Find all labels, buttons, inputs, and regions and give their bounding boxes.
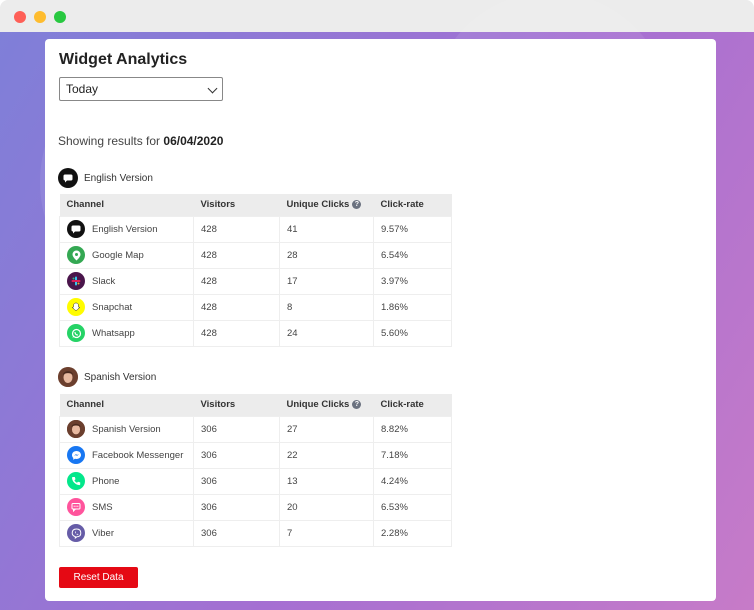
- table-row: Whatsapp 428 24 5.60%: [59, 319, 452, 347]
- chat-icon: [67, 220, 85, 238]
- showing-date: 06/04/2020: [163, 134, 224, 148]
- click-rate-cell: 1.86%: [373, 293, 452, 321]
- results-date-text: Showing results for 06/04/2020: [58, 134, 223, 148]
- help-icon[interactable]: ?: [352, 200, 362, 210]
- column-header-visitors: Visitors: [193, 394, 280, 416]
- unique-clicks-label: Unique Clicks: [286, 199, 350, 211]
- unique-clicks-cell: 27: [279, 415, 374, 443]
- whatsapp-icon: [67, 324, 85, 342]
- section-header-english: English Version: [58, 168, 153, 188]
- date-range-value: Today: [66, 82, 99, 96]
- english-analytics-table: Channel Visitors Unique Clicks? Click-ra…: [59, 194, 452, 347]
- visitors-cell: 306: [193, 441, 280, 469]
- reset-data-button[interactable]: Reset Data: [59, 567, 138, 588]
- date-range-select[interactable]: Today: [59, 77, 223, 101]
- table-row: English Version 428 41 9.57%: [59, 215, 452, 243]
- table-header-row: Channel Visitors Unique Clicks? Click-ra…: [59, 194, 452, 216]
- click-rate-cell: 6.53%: [373, 493, 452, 521]
- sms-icon: [67, 498, 85, 516]
- help-icon[interactable]: ?: [352, 400, 362, 410]
- click-rate-cell: 2.28%: [373, 519, 452, 547]
- avatar-icon: [67, 420, 85, 438]
- unique-clicks-cell: 17: [279, 267, 374, 295]
- chat-icon: [58, 168, 78, 188]
- click-rate-cell: 4.24%: [373, 467, 452, 495]
- click-rate-cell: 3.97%: [373, 267, 452, 295]
- unique-clicks-cell: 22: [279, 441, 374, 469]
- unique-clicks-label: Unique Clicks: [286, 399, 350, 411]
- visitors-cell: 306: [193, 519, 280, 547]
- phone-icon: [67, 472, 85, 490]
- unique-clicks-cell: 8: [279, 293, 374, 321]
- table-row: Spanish Version 306 27 8.82%: [59, 415, 452, 443]
- table-row: Phone 306 13 4.24%: [59, 467, 452, 495]
- channel-name: Facebook Messenger: [92, 449, 184, 461]
- close-window-button[interactable]: [14, 11, 26, 23]
- channel-name: Spanish Version: [92, 423, 161, 435]
- visitors-cell: 428: [193, 241, 280, 269]
- spanish-analytics-table: Channel Visitors Unique Clicks? Click-ra…: [59, 394, 452, 547]
- table-header-row: Channel Visitors Unique Clicks? Click-ra…: [59, 394, 452, 416]
- slack-icon: [67, 272, 85, 290]
- minimize-window-button[interactable]: [34, 11, 46, 23]
- column-header-unique-clicks: Unique Clicks?: [279, 394, 374, 416]
- analytics-card: Widget Analytics Today Showing results f…: [45, 39, 716, 601]
- channel-name: Phone: [92, 475, 120, 487]
- unique-clicks-cell: 28: [279, 241, 374, 269]
- map-pin-icon: [67, 246, 85, 264]
- section-title: Spanish Version: [84, 371, 157, 383]
- column-header-click-rate: Click-rate: [373, 194, 452, 216]
- click-rate-cell: 8.82%: [373, 415, 452, 443]
- chevron-down-icon: [207, 83, 218, 94]
- visitors-cell: 306: [193, 415, 280, 443]
- avatar-icon: [58, 367, 78, 387]
- channel-name: Google Map: [92, 249, 144, 261]
- click-rate-cell: 7.18%: [373, 441, 452, 469]
- table-row: SMS 306 20 6.53%: [59, 493, 452, 521]
- channel-name: Viber: [92, 527, 115, 539]
- table-row: Facebook Messenger 306 22 7.18%: [59, 441, 452, 469]
- unique-clicks-cell: 24: [279, 319, 374, 347]
- messenger-icon: [67, 446, 85, 464]
- visitors-cell: 428: [193, 319, 280, 347]
- section-header-spanish: Spanish Version: [58, 367, 156, 387]
- click-rate-cell: 6.54%: [373, 241, 452, 269]
- channel-name: Snapchat: [92, 301, 133, 313]
- page-title: Widget Analytics: [59, 51, 188, 68]
- visitors-cell: 428: [193, 267, 280, 295]
- channel-name: Slack: [92, 275, 116, 287]
- window-titlebar: [0, 0, 754, 32]
- table-row: Google Map 428 28 6.54%: [59, 241, 452, 269]
- viber-icon: [67, 524, 85, 542]
- unique-clicks-cell: 20: [279, 493, 374, 521]
- click-rate-cell: 9.57%: [373, 215, 452, 243]
- table-row: Viber 306 7 2.28%: [59, 519, 452, 547]
- snapchat-icon: [67, 298, 85, 316]
- section-title: English Version: [84, 172, 153, 184]
- unique-clicks-cell: 7: [279, 519, 374, 547]
- visitors-cell: 428: [193, 293, 280, 321]
- channel-name: SMS: [92, 501, 113, 513]
- visitors-cell: 428: [193, 215, 280, 243]
- table-row: Slack 428 17 3.97%: [59, 267, 452, 295]
- click-rate-cell: 5.60%: [373, 319, 452, 347]
- table-row: Snapchat 428 8 1.86%: [59, 293, 452, 321]
- column-header-visitors: Visitors: [193, 194, 280, 216]
- showing-prefix: Showing results for: [58, 134, 161, 148]
- column-header-unique-clicks: Unique Clicks?: [279, 194, 374, 216]
- unique-clicks-cell: 41: [279, 215, 374, 243]
- visitors-cell: 306: [193, 467, 280, 495]
- channel-name: Whatsapp: [92, 327, 135, 339]
- unique-clicks-cell: 13: [279, 467, 374, 495]
- maximize-window-button[interactable]: [54, 11, 66, 23]
- visitors-cell: 306: [193, 493, 280, 521]
- column-header-channel: Channel: [59, 194, 194, 216]
- column-header-click-rate: Click-rate: [373, 394, 452, 416]
- channel-name: English Version: [92, 223, 158, 235]
- column-header-channel: Channel: [59, 394, 194, 416]
